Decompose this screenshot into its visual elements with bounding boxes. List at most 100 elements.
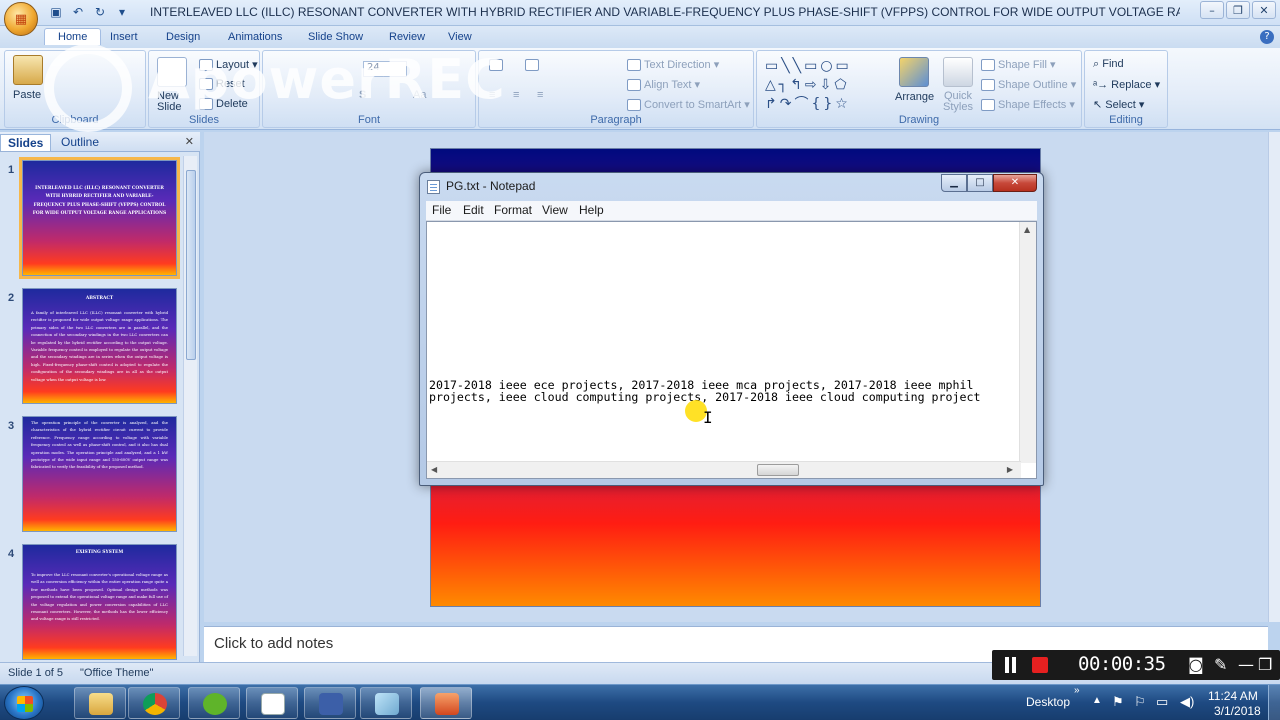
notepad-maximize-button[interactable]: □ [967, 174, 993, 192]
tab-review[interactable]: Review [381, 29, 433, 45]
shadow-button[interactable]: S [359, 89, 366, 101]
stop-recording-button[interactable] [1032, 657, 1048, 673]
tab-animations[interactable]: Animations [220, 29, 290, 45]
font-size-combo[interactable]: 24 [363, 61, 407, 77]
camera-icon[interactable]: ◙ [1188, 655, 1204, 674]
numbering-icon [525, 59, 539, 72]
find-button[interactable]: ⌕ Find [1093, 58, 1124, 71]
tab-outline[interactable]: Outline [54, 134, 106, 150]
menu-format[interactable]: Format [494, 203, 532, 217]
tab-view[interactable]: View [440, 29, 480, 45]
text-direction-button[interactable]: Text Direction ▾ [627, 58, 719, 72]
quick-styles-button[interactable]: Quick Styles [941, 91, 975, 113]
tab-design[interactable]: Design [158, 29, 208, 45]
bullets-button[interactable] [489, 59, 506, 72]
window-mode-icon[interactable]: ❐ [1258, 655, 1272, 674]
align-text-button[interactable]: Align Text ▾ [627, 78, 700, 92]
slide-thumbnail-3[interactable]: The operation principle of the converter… [22, 416, 177, 532]
network-icon[interactable]: ▭ [1156, 694, 1168, 710]
slide-number: 3 [8, 420, 15, 432]
panel-tabs: Slides Outline ✕ [0, 132, 200, 152]
taskbar-utorrent[interactable] [188, 687, 240, 719]
new-slide-button[interactable]: New Slide [157, 91, 191, 113]
menu-file[interactable]: File [432, 203, 451, 217]
taskbar-powerpoint[interactable] [420, 687, 472, 719]
show-hidden-icons[interactable]: ▲ [1092, 695, 1102, 706]
shape-effects-button[interactable]: Shape Effects ▾ [981, 98, 1075, 112]
redo-icon[interactable]: ↻ [92, 4, 108, 20]
show-desktop-button[interactable] [1268, 685, 1280, 720]
pen-icon[interactable]: ✎ [1214, 655, 1227, 674]
minimize-icon[interactable]: — [1238, 655, 1254, 674]
desktop-toolbar-label[interactable]: Desktop [1026, 695, 1070, 709]
notepad-minimize-button[interactable]: ▁ [941, 174, 967, 192]
tab-slide-show[interactable]: Slide Show [300, 29, 371, 45]
slide-thumbnail-4[interactable]: EXISTING SYSTEM To improve the LLC reson… [22, 544, 177, 660]
notepad-window-controls: ▁ □ ✕ [941, 174, 1037, 192]
office-button[interactable]: ▦ [4, 2, 38, 36]
taskbar-notepad[interactable] [360, 687, 412, 719]
tab-insert[interactable]: Insert [102, 29, 146, 45]
reset-button[interactable]: Reset [199, 78, 245, 91]
action-center-icon[interactable]: ⚑ [1112, 694, 1124, 710]
scroll-left-icon[interactable]: ◀ [431, 465, 437, 474]
layout-label: Layout [216, 59, 250, 71]
delete-label: Delete [216, 98, 248, 110]
taskbar-visual-studio[interactable] [304, 687, 356, 719]
thumbnail-title: ABSTRACT [85, 296, 114, 301]
undo-icon[interactable]: ↶ [70, 4, 86, 20]
scroll-thumb[interactable] [186, 170, 196, 360]
align-left-button[interactable]: ≡ [489, 89, 495, 101]
notepad-close-button[interactable]: ✕ [993, 174, 1037, 192]
slide-thumbnail-2[interactable]: ABSTRACT A family of interleaved LLC (IL… [22, 288, 177, 404]
shapes-gallery[interactable]: ▭╲╲▭○▭ △┐↰⇨⇩⬠ ↱↷⌒{}☆ [765, 57, 891, 113]
taskbar-chrome[interactable] [128, 687, 180, 719]
notepad-text-area[interactable]: 2017-2018 ieee ece projects, 2017-2018 i… [426, 221, 1037, 479]
shape-outline-button[interactable]: Shape Outline ▾ [981, 78, 1076, 92]
notepad-horizontal-scrollbar[interactable]: ◀ ▶ [427, 461, 1021, 478]
minimize-button[interactable]: – [1200, 1, 1224, 19]
horizontal-scroll-thumb[interactable] [757, 464, 799, 476]
scroll-right-icon[interactable]: ▶ [1007, 465, 1013, 474]
smartart-button[interactable]: Convert to SmartArt ▾ [627, 98, 750, 112]
maximize-button[interactable]: ❐ [1226, 1, 1250, 19]
align-right-button[interactable]: ≡ [537, 89, 543, 101]
clock-time[interactable]: 11:24 AM [1208, 689, 1258, 703]
pause-recording-button[interactable] [1004, 657, 1018, 673]
customize-qat-icon[interactable]: ▾ [114, 4, 130, 20]
paste-button[interactable]: Paste [13, 89, 41, 101]
shape-outline-icon [981, 79, 995, 92]
arrange-button[interactable]: Arrange [895, 91, 934, 103]
menu-edit[interactable]: Edit [463, 203, 484, 217]
clock-date[interactable]: 3/1/2018 [1214, 704, 1261, 718]
windows-logo-icon [17, 696, 33, 712]
close-button[interactable]: ✕ [1252, 1, 1276, 19]
change-case-button[interactable]: Aa [413, 89, 426, 101]
theme-name[interactable]: "Office Theme" [80, 667, 153, 679]
help-icon[interactable]: ? [1260, 30, 1274, 44]
tab-slides[interactable]: Slides [0, 134, 52, 151]
notepad-vertical-scrollbar[interactable]: ▲ [1019, 222, 1036, 463]
tab-home[interactable]: Home [44, 28, 102, 45]
start-button[interactable] [4, 686, 44, 720]
layout-button[interactable]: Layout ▾ [199, 58, 258, 72]
toolbar-expand-icon[interactable]: » [1074, 685, 1080, 696]
scroll-up-icon[interactable]: ▲ [1024, 225, 1030, 234]
thumbnail-scrollbar[interactable] [183, 156, 197, 656]
close-panel-icon[interactable]: ✕ [185, 135, 194, 148]
taskbar-explorer[interactable] [74, 687, 126, 719]
taskbar-document[interactable] [246, 687, 298, 719]
slide-thumbnail-1[interactable]: INTERLEAVED LLC (ILLC) RESONANT CONVERTE… [19, 157, 180, 279]
menu-help[interactable]: Help [579, 203, 604, 217]
flag-icon[interactable]: ⚐ [1134, 694, 1146, 710]
numbering-button[interactable] [525, 59, 542, 72]
replace-button[interactable]: ᵃ→ Replace ▾ [1093, 78, 1160, 91]
delete-button[interactable]: Delete [199, 98, 248, 111]
volume-icon[interactable]: ◀) [1180, 694, 1194, 710]
select-button[interactable]: ↖ Select ▾ [1093, 98, 1144, 111]
menu-view[interactable]: View [542, 203, 568, 217]
save-icon[interactable]: ▣ [48, 4, 64, 20]
editor-scrollbar[interactable] [1268, 132, 1280, 622]
align-center-button[interactable]: ≡ [513, 89, 519, 101]
shape-fill-button[interactable]: Shape Fill ▾ [981, 58, 1056, 72]
